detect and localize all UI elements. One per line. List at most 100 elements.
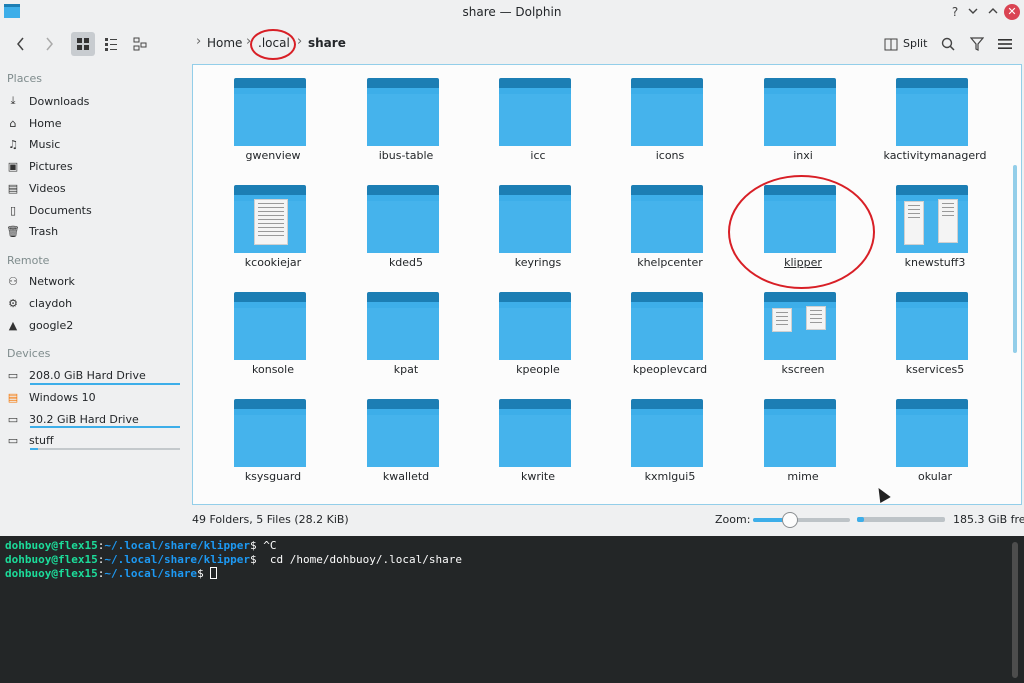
sidebar-item-claydoh[interactable]: ⚙ claydoh <box>7 293 185 313</box>
folder-item[interactable]: mime <box>743 386 863 486</box>
maximize-button[interactable] <box>984 3 1002 21</box>
toolbar: › Home › .local › share Split <box>0 24 1024 64</box>
places-header: Places <box>7 72 42 85</box>
folder-item[interactable]: kxmlgui5 <box>610 386 730 486</box>
breadcrumb-local[interactable]: .local <box>258 36 290 50</box>
sidebar-item-trash[interactable]: 🗑 Trash <box>6 221 185 241</box>
folder-item[interactable]: kpat <box>346 279 466 379</box>
sidebar-item-label: Network <box>29 274 75 288</box>
folder-item[interactable]: gwenview <box>213 65 333 165</box>
folder-item[interactable]: kscreen <box>743 279 863 379</box>
sidebar-item-hard-drive-208[interactable]: ▭ 208.0 GiB Hard Drive <box>7 365 185 385</box>
hard-drive-icon: ▭ <box>7 433 19 447</box>
sidebar-item-label: Documents <box>29 203 92 217</box>
sidebar-item-home[interactable]: ⌂ Home <box>7 113 185 133</box>
folder-item[interactable]: kpeoplevcard <box>610 279 730 379</box>
search-button[interactable] <box>938 32 958 56</box>
hamburger-menu-icon <box>998 39 1012 49</box>
icons-view-button[interactable] <box>71 32 95 56</box>
folder-item[interactable]: ibus-table <box>346 65 466 165</box>
folder-icon <box>764 292 836 360</box>
sidebar-item-stuff[interactable]: ▭ stuff <box>7 430 185 450</box>
folder-label: kactivitymanagerd <box>883 149 987 162</box>
folder-item[interactable]: ksysguard <box>213 386 333 486</box>
view-scrollbar[interactable] <box>1013 165 1017 353</box>
folder-icon <box>234 292 306 360</box>
folder-item[interactable]: kcookiejar <box>213 172 333 272</box>
breadcrumb-share[interactable]: share <box>308 36 346 50</box>
folder-item[interactable]: kded5 <box>346 172 466 272</box>
folder-item[interactable]: kwalletd <box>346 386 466 486</box>
folder-icon <box>499 399 571 467</box>
folder-icon <box>764 185 836 253</box>
sidebar-item-google2[interactable]: ▲ google2 <box>7 315 185 335</box>
split-button[interactable]: Split <box>903 37 927 50</box>
folder-item[interactable]: inxi <box>743 65 863 165</box>
pictures-icon: ▣ <box>7 159 19 173</box>
chevron-down-icon <box>968 8 978 14</box>
zoom-slider[interactable] <box>753 512 850 528</box>
prompt-user: dohbuoy@flex15 <box>5 567 98 580</box>
folder-item[interactable]: icons <box>610 65 730 165</box>
filter-icon <box>970 37 984 51</box>
sidebar-item-downloads[interactable]: ⤓ Downloads <box>7 91 185 111</box>
sidebar-item-label: 208.0 GiB Hard Drive <box>29 368 146 382</box>
folder-item[interactable]: okular <box>875 386 995 486</box>
back-button[interactable] <box>10 32 32 56</box>
terminal-line: dohbuoy@flex15:~/.local/share/klipper$ ^… <box>5 539 277 552</box>
share-icon: ⚙ <box>8 296 18 310</box>
sidebar-item-videos[interactable]: ▤ Videos <box>7 178 185 198</box>
minimize-button[interactable] <box>964 3 982 21</box>
help-button[interactable]: ? <box>946 3 964 21</box>
folder-item[interactable]: klipper <box>743 172 863 272</box>
folder-item[interactable]: konsole <box>213 279 333 379</box>
folder-item[interactable]: kactivitymanagerd <box>875 65 995 165</box>
folder-item[interactable]: knewstuff3 <box>875 172 995 272</box>
zoom-slider-handle[interactable] <box>781 512 798 528</box>
folder-label: gwenview <box>245 149 301 162</box>
sidebar-item-pictures[interactable]: ▣ Pictures <box>7 156 185 176</box>
sidebar-item-label: google2 <box>29 318 74 332</box>
folder-label: kded5 <box>388 256 424 269</box>
folder-view[interactable]: okular mime kxmlgui5 kwrite kwalletd ksysguar… <box>192 64 1022 505</box>
sidebar-item-music[interactable]: ♫ Music <box>7 134 185 154</box>
folder-item[interactable]: kservices5 <box>875 279 995 379</box>
sidebar-item-documents[interactable]: ▯ Documents <box>7 200 185 220</box>
command-text: cd /home/dohbuoy/.local/share <box>256 553 462 566</box>
sidebar-item-windows-10[interactable]: ▤ Windows 10 <box>7 387 185 407</box>
terminal-panel[interactable]: dohbuoy@flex15:~/.local/share/klipper$ ^… <box>0 536 1024 683</box>
folder-label: inxi <box>793 149 813 162</box>
free-space-fill <box>857 517 865 522</box>
folder-icon <box>764 78 836 146</box>
folder-item[interactable]: kpeople <box>478 279 598 379</box>
sidebar-item-network[interactable]: ⚇ Network <box>7 271 185 291</box>
folder-item[interactable]: keyrings <box>478 172 598 272</box>
folder-item[interactable]: kwrite <box>478 386 598 486</box>
split-icon-button[interactable] <box>883 32 899 56</box>
menu-button[interactable] <box>995 32 1015 56</box>
breadcrumb-home[interactable]: Home <box>207 36 242 50</box>
breadcrumb-separator: › <box>297 34 303 49</box>
details-view-button[interactable] <box>128 32 152 56</box>
folder-icon <box>367 399 439 467</box>
filter-button[interactable] <box>967 32 987 56</box>
folder-item[interactable]: icc <box>478 65 598 165</box>
capacity-bar <box>30 426 180 428</box>
folder-icon <box>367 78 439 146</box>
forward-button[interactable] <box>38 32 60 56</box>
folder-label: kwalletd <box>382 470 430 483</box>
folder-label: ksysguard <box>244 470 302 483</box>
status-bar: 49 Folders, 5 Files (28.2 KiB) Zoom: 185… <box>192 509 1024 531</box>
terminal-scrollbar[interactable] <box>1012 542 1018 678</box>
home-icon: ⌂ <box>9 116 17 130</box>
search-icon <box>941 37 955 51</box>
folder-icon <box>367 185 439 253</box>
sidebar-item-label: Music <box>29 137 61 151</box>
command-text <box>204 567 211 580</box>
command-text: ^C <box>256 539 277 552</box>
folder-item[interactable]: khelpcenter <box>610 172 730 272</box>
compact-view-button[interactable] <box>99 32 123 56</box>
prompt-user: dohbuoy@flex15 <box>5 539 98 552</box>
sidebar-item-label: stuff <box>29 433 54 447</box>
close-button[interactable]: ✕ <box>1004 4 1020 20</box>
